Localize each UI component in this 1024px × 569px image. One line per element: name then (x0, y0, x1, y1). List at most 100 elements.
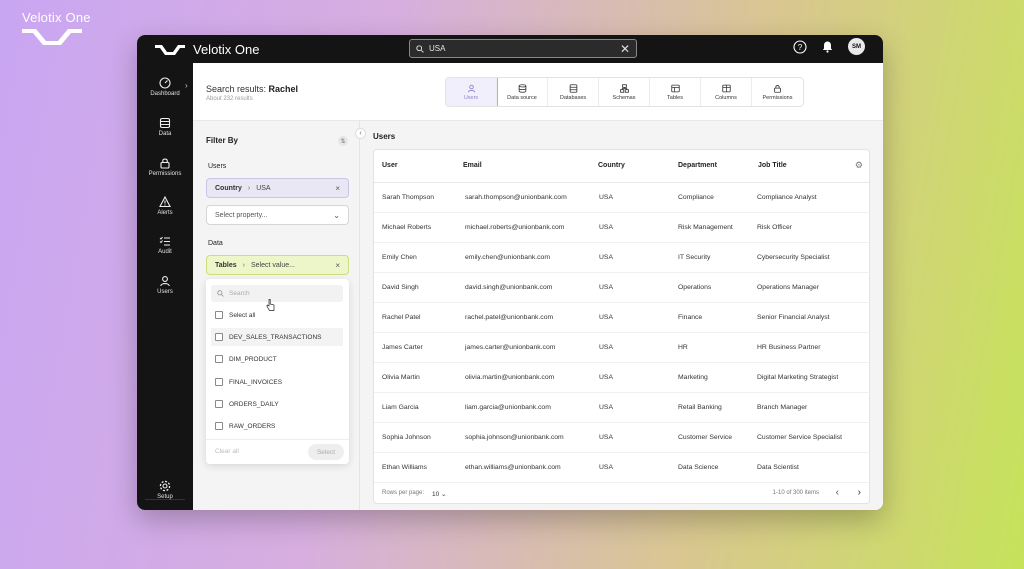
tab-data-source[interactable]: Data source (497, 78, 548, 106)
global-search-input[interactable]: USA ✕ (409, 39, 637, 58)
chip-value: USA (256, 184, 271, 192)
sidebar-item-dashboard[interactable]: Dashboard (137, 77, 193, 97)
checkbox[interactable] (215, 378, 223, 386)
table-row[interactable]: Emily Chen emily.chen@unionbank.com USA … (374, 243, 871, 273)
cell-email: olivia.martin@unionbank.com (465, 374, 555, 381)
sidebar-item-data[interactable]: Data (137, 117, 193, 137)
sidebar-item-label: Dashboard (150, 91, 180, 97)
option-raw-orders[interactable]: RAW_ORDERS (211, 417, 343, 435)
table-row[interactable]: Michael Roberts michael.roberts@unionban… (374, 213, 871, 243)
column-header-email[interactable]: Email (463, 162, 482, 169)
option-final-invoices[interactable]: FINAL_INVOICES (211, 373, 343, 391)
tab-users[interactable]: Users (446, 78, 498, 106)
clear-all-button[interactable]: Clear all (215, 448, 239, 455)
filter-chip-tables[interactable]: Tables › Select value... × (206, 255, 349, 275)
gear-icon (159, 480, 171, 492)
lock-icon (774, 84, 781, 93)
table-row[interactable]: Sarah Thompson sarah.thompson@unionbank.… (374, 183, 871, 213)
avatar[interactable]: SM (848, 38, 865, 55)
table-row[interactable]: David Singh david.singh@unionbank.com US… (374, 273, 871, 303)
filter-chip-country[interactable]: Country › USA × (206, 178, 349, 198)
sidebar-item-users[interactable]: Users (137, 275, 193, 295)
close-icon[interactable]: ✕ (620, 43, 630, 55)
table-row[interactable]: Sophia Johnson sophia.johnson@unionbank.… (374, 423, 871, 453)
column-header-department[interactable]: Department (678, 162, 717, 169)
chevron-right-icon[interactable]: › (858, 487, 861, 498)
sidebar-item-alerts[interactable]: Alerts (137, 196, 193, 216)
column-header-country[interactable]: Country (598, 162, 625, 169)
corner-brand-logo: Velotix One (22, 10, 91, 47)
tab-databases[interactable]: Databases (548, 78, 599, 106)
bell-icon[interactable] (821, 40, 834, 53)
close-icon[interactable]: × (335, 184, 340, 193)
cell-country: USA (599, 254, 613, 261)
dropdown-search-input[interactable]: Search (211, 285, 343, 302)
app-window: Velotix One USA ✕ ? SM › Dashboard Data … (137, 35, 883, 510)
chip-key: Tables (215, 261, 237, 269)
table-footer: Rows per page: 10 ⌄ 1-10 of 300 items ‹ … (374, 483, 871, 505)
schema-icon (619, 83, 629, 93)
app-name: Velotix One (193, 42, 260, 57)
option-dev-sales-transactions[interactable]: DEV_SALES_TRANSACTIONS (211, 328, 343, 346)
select-property-dropdown[interactable]: Select property... ⌄ (206, 205, 349, 225)
dropdown-search-placeholder: Search (229, 290, 250, 297)
cell-job-title: HR Business Partner (757, 344, 821, 351)
corner-brand-name: Velotix One (22, 10, 91, 25)
table-row[interactable]: Rachel Patel rachel.patel@unionbank.com … (374, 303, 871, 333)
close-icon[interactable]: × (335, 261, 340, 270)
cell-email: ethan.williams@unionbank.com (465, 464, 561, 471)
checkbox[interactable] (215, 355, 223, 363)
cell-email: sophia.johnson@unionbank.com (465, 434, 564, 441)
cell-email: liam.garcia@unionbank.com (465, 404, 551, 411)
sidebar-item-permissions[interactable]: Permissions (137, 157, 193, 177)
table-row[interactable]: James Carter james.carter@unionbank.com … (374, 333, 871, 363)
cell-department: Risk Management (678, 224, 733, 231)
results-count: About 232 results (206, 96, 253, 102)
checkbox[interactable] (215, 422, 223, 430)
tab-permissions[interactable]: Permissions (752, 78, 803, 106)
gear-icon[interactable]: ⚙ (855, 160, 863, 171)
cell-job-title: Branch Manager (757, 404, 808, 411)
chevron-left-icon[interactable]: ‹ (836, 487, 839, 498)
sidebar-item-label: Data (158, 131, 172, 137)
collapse-filter-button[interactable]: ‹ (355, 128, 366, 139)
page-title: Search results: Rachel (206, 84, 298, 94)
cell-department: IT Security (678, 254, 711, 261)
table-row[interactable]: Ethan Williams ethan.williams@unionbank.… (374, 453, 871, 483)
checkbox[interactable] (215, 400, 223, 408)
help-icon[interactable]: ? (793, 39, 807, 54)
tab-label: Databases (559, 94, 587, 101)
tab-label: Columns (715, 94, 737, 101)
option-dim-product[interactable]: DIM_PRODUCT (211, 350, 343, 368)
filter-title: Filter By (206, 136, 239, 145)
sidebar-item-label: Alerts (157, 210, 173, 216)
tab-schemas[interactable]: Schemas (599, 78, 650, 106)
tab-columns[interactable]: Columns (701, 78, 752, 106)
cell-user: Ethan Williams (382, 464, 427, 471)
filter-options-icon[interactable]: ⇅ (338, 136, 348, 146)
cell-department: Customer Service (678, 434, 733, 441)
svg-text:?: ? (798, 43, 803, 52)
cell-email: sarah.thompson@unionbank.com (465, 194, 567, 201)
checkbox[interactable] (215, 311, 223, 319)
rows-per-page-select[interactable]: 10 ⌄ (432, 490, 447, 498)
sidebar-item-setup[interactable]: Setup (137, 480, 193, 500)
option-select-all[interactable]: Select all (211, 306, 343, 324)
cell-job-title: Compliance Analyst (757, 194, 817, 201)
option-label: ORDERS_DAILY (229, 400, 279, 408)
cell-user: Sarah Thompson (382, 194, 435, 201)
select-button[interactable]: Select (308, 444, 344, 460)
cell-country: USA (599, 404, 613, 411)
app-logo[interactable]: Velotix One (155, 42, 260, 57)
tab-tables[interactable]: Tables (650, 78, 701, 106)
cell-user: Rachel Patel (382, 314, 421, 321)
tab-label: Tables (667, 94, 683, 101)
table-row[interactable]: Liam Garcia liam.garcia@unionbank.com US… (374, 393, 871, 423)
option-orders-daily[interactable]: ORDERS_DAILY (211, 395, 343, 413)
sidebar-item-audit[interactable]: Audit (137, 235, 193, 255)
column-header-job-title[interactable]: Job Title (758, 162, 787, 169)
cell-job-title: Operations Manager (757, 284, 819, 291)
column-header-user[interactable]: User (382, 162, 398, 169)
table-row[interactable]: Olivia Martin olivia.martin@unionbank.co… (374, 363, 871, 393)
checkbox[interactable] (215, 333, 223, 341)
